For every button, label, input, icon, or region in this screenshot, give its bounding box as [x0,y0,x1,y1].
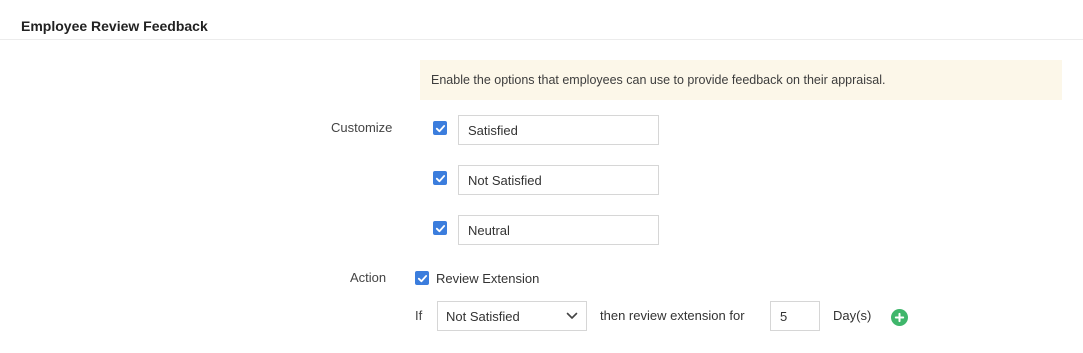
not-satisfied-checkbox[interactable] [433,171,447,185]
check-icon [435,174,445,182]
then-extension-label: then review extension for [600,308,745,323]
neutral-option-input[interactable] [458,215,659,245]
if-label: If [415,308,423,323]
add-condition-button[interactable] [891,309,908,326]
section-divider [0,39,1083,40]
plus-icon [894,312,905,323]
feedback-select[interactable]: Not Satisfied [437,301,587,331]
check-icon [435,124,445,132]
satisfied-checkbox[interactable] [433,121,447,135]
review-extension-checkbox[interactable] [415,271,429,285]
satisfied-option-input[interactable] [458,115,659,145]
customize-label: Customize [331,120,393,135]
section-title: Employee Review Feedback [21,18,208,34]
not-satisfied-option-input[interactable] [458,165,659,195]
neutral-checkbox[interactable] [433,221,447,235]
action-label: Action [350,270,387,285]
info-notice: Enable the options that employees can us… [420,60,1062,100]
extension-days-input[interactable] [770,301,820,331]
days-unit-label: Day(s) [833,308,872,323]
review-extension-label: Review Extension [436,271,540,286]
chevron-down-icon [566,312,578,319]
check-icon [435,224,445,232]
check-icon [417,274,427,282]
feedback-select-value: Not Satisfied [446,308,520,324]
